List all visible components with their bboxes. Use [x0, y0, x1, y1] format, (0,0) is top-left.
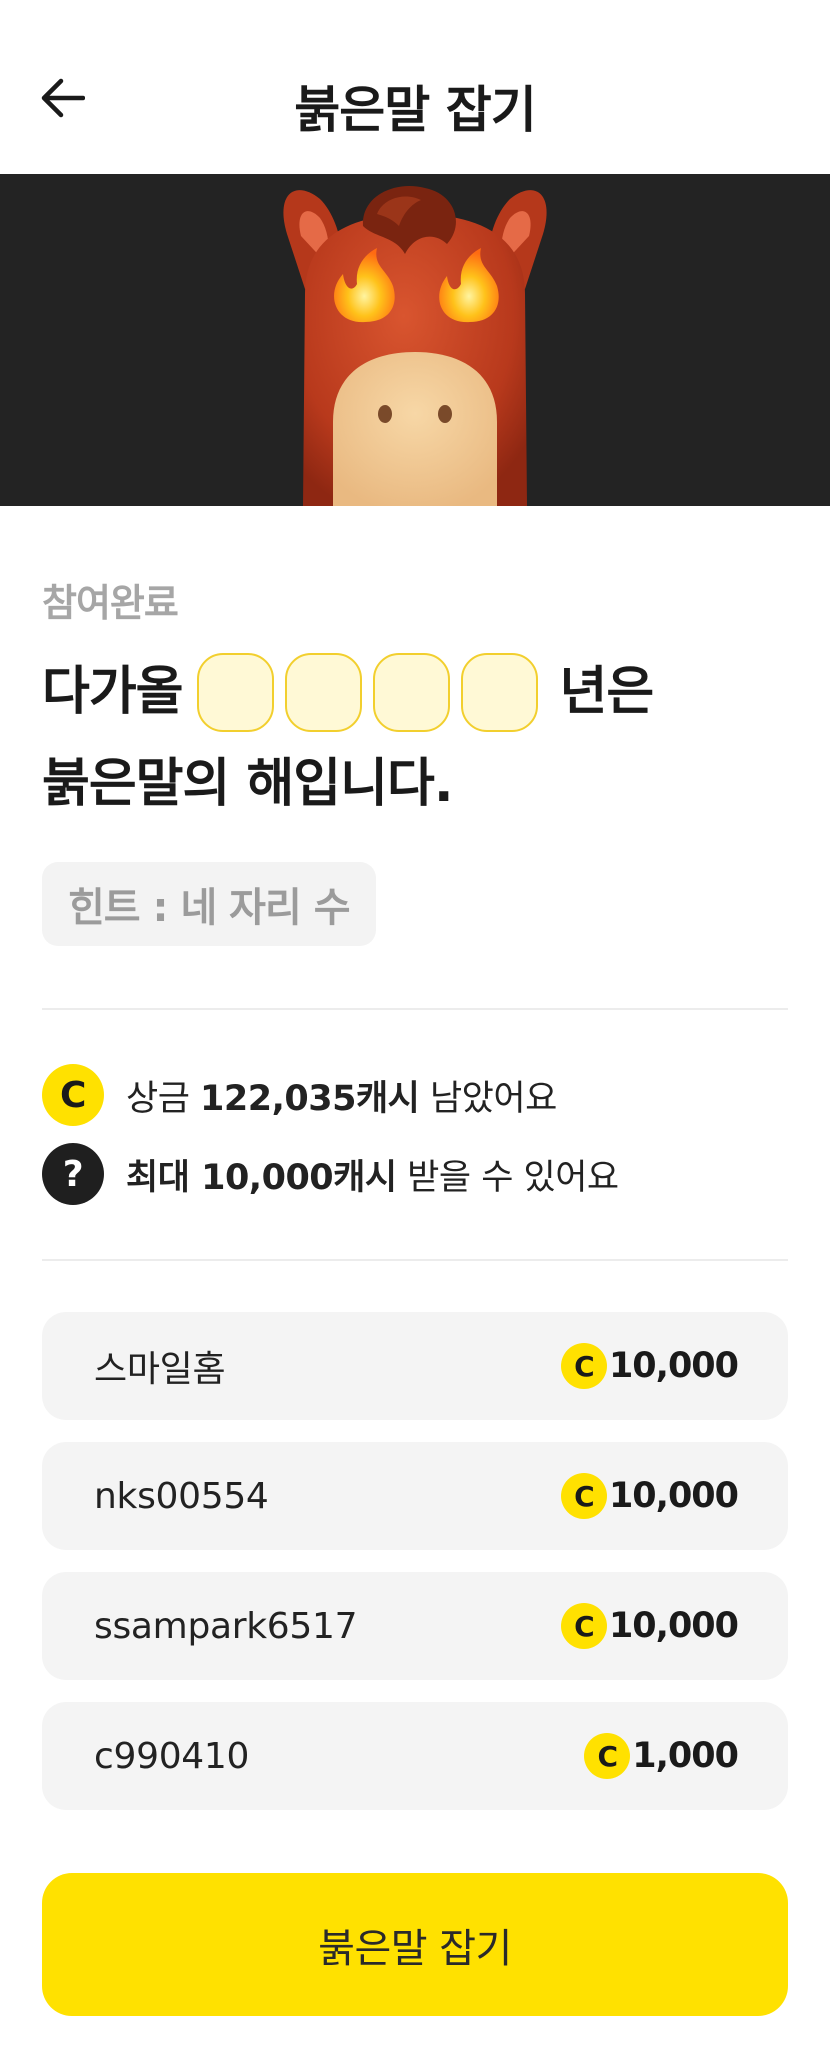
winner-row: nks00554 C 10,000	[42, 1442, 788, 1550]
prize-pre: 상금	[126, 1078, 201, 1119]
page-title: 붉은말 잡기	[294, 81, 536, 139]
answer-blank	[284, 652, 362, 732]
quiz-question: 다가올 년은 붉은말의 해입니다.	[42, 650, 802, 826]
app-header: 붉은말 잡기	[0, 0, 830, 174]
catch-red-horse-button[interactable]: 붉은말 잡기	[42, 1873, 788, 2016]
winner-prize: C 10,000	[560, 1473, 739, 1519]
winner-prize: C 10,000	[560, 1603, 739, 1649]
max-post: 받을 수 있어요	[396, 1157, 619, 1198]
answer-blank	[460, 652, 538, 732]
max-reward-row[interactable]: ? 최대 10,000캐시 받을 수 있어요	[42, 1143, 619, 1205]
winner-prize: C 10,000	[560, 1343, 739, 1389]
winner-prize: C 1,000	[584, 1733, 739, 1779]
winner-name: 스마일홈	[94, 1349, 226, 1390]
question-line2: 붉은말의 해입니다.	[42, 754, 454, 814]
winner-row: ssampark6517 C 10,000	[42, 1572, 788, 1680]
participation-status: 참여완료	[42, 581, 179, 625]
hero-banner	[0, 174, 830, 506]
question-prefix: 다가올	[42, 662, 184, 722]
question-suffix: 년은	[559, 662, 655, 722]
winner-amount: 1,000	[632, 1736, 739, 1776]
divider	[42, 1259, 788, 1261]
divider	[42, 1008, 788, 1010]
horse-mascot-icon	[283, 185, 547, 506]
help-icon[interactable]: ?	[42, 1143, 104, 1205]
winner-row: c990410 C 1,000	[42, 1702, 788, 1810]
coin-icon: C	[42, 1064, 104, 1126]
winner-name: nks00554	[94, 1475, 269, 1517]
coin-icon: C	[584, 1733, 631, 1779]
winner-amount: 10,000	[608, 1346, 739, 1386]
winner-name: ssampark6517	[94, 1605, 358, 1647]
coin-icon: C	[560, 1343, 607, 1389]
prize-post: 남았어요	[419, 1078, 557, 1119]
winner-amount: 10,000	[608, 1476, 739, 1516]
winner-amount: 10,000	[608, 1606, 739, 1646]
coin-icon: C	[560, 1603, 607, 1649]
winner-name: c990410	[94, 1735, 250, 1777]
hint-chip: 힌트 : 네 자리 수	[42, 862, 376, 946]
prize-remaining-row: C 상금 122,035캐시 남았어요	[42, 1064, 557, 1126]
answer-blank	[372, 652, 450, 732]
answer-blanks	[196, 652, 538, 732]
answer-blank	[196, 652, 274, 732]
prize-amount: 122,035캐시	[200, 1078, 420, 1119]
winner-row: 스마일홈 C 10,000	[42, 1312, 788, 1420]
coin-icon: C	[560, 1473, 607, 1519]
max-amount: 최대 10,000캐시	[126, 1157, 397, 1198]
